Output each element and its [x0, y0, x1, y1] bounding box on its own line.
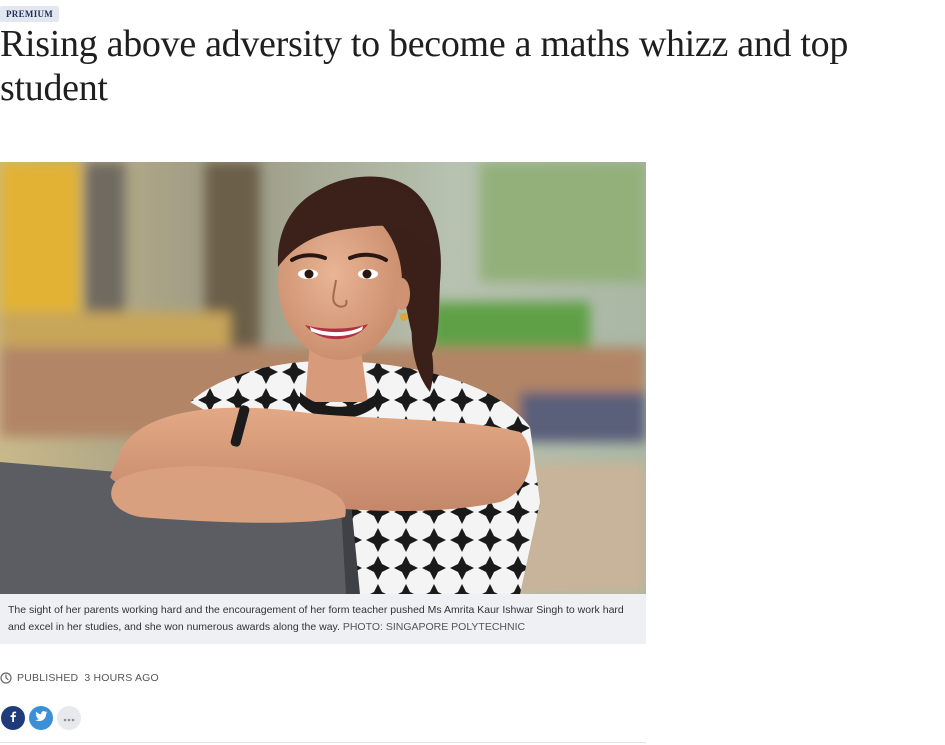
divider: [0, 742, 646, 743]
photo-caption: The sight of her parents working hard an…: [0, 594, 646, 644]
share-bar: [1, 706, 81, 730]
photo-credit: PHOTO: SINGAPORE POLYTECHNIC: [342, 621, 526, 633]
published-time: 3 HOURS AGO: [84, 672, 159, 684]
facebook-icon: [7, 709, 19, 727]
published-info: PUBLISHED 3 HOURS AGO: [0, 670, 159, 686]
twitter-icon: [34, 709, 48, 727]
share-twitter-button[interactable]: [29, 706, 53, 730]
clock-icon: [0, 672, 12, 684]
share-more-button[interactable]: [57, 706, 81, 730]
article-photo: [0, 162, 646, 594]
article-headline: Rising above adversity to become a maths…: [0, 23, 849, 109]
caption-text: The sight of her parents working hard an…: [8, 604, 624, 633]
more-dots-icon: [63, 709, 75, 727]
premium-badge: PREMIUM: [0, 6, 60, 22]
published-label: PUBLISHED: [17, 672, 79, 684]
share-facebook-button[interactable]: [1, 706, 25, 730]
